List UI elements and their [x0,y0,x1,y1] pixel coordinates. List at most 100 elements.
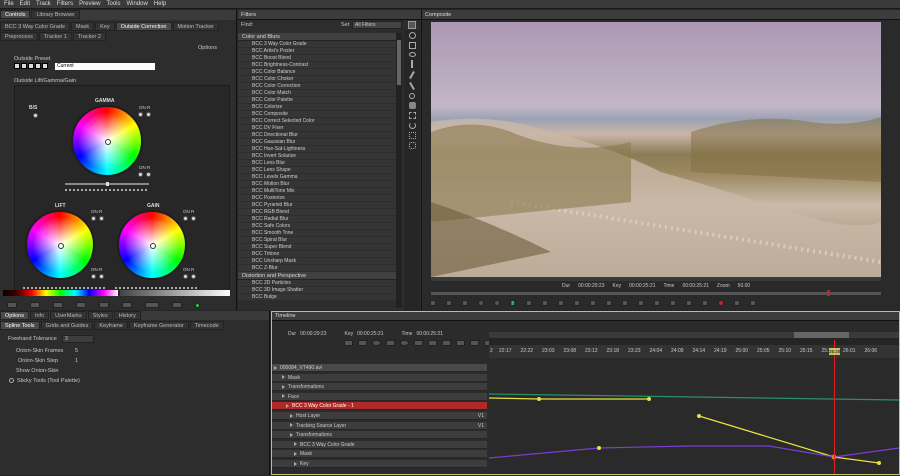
filter-item[interactable]: BCC Color Palette [238,97,396,104]
lift-color-wheel[interactable] [25,210,95,280]
filter-item[interactable]: BCC Color Choker [238,76,396,83]
expand-triangle-icon[interactable] [294,442,297,447]
first-frame-icon[interactable] [558,300,564,306]
filter-item[interactable]: BCC Invert Solarize [238,153,396,160]
tab-controls[interactable]: Controls [0,10,31,19]
menu-item-edit[interactable]: Edit [20,1,30,7]
filter-item[interactable]: BCC Composite [238,111,396,118]
filter-item[interactable]: BCC Gaussian Blur [238,139,396,146]
warp-icon[interactable] [408,142,416,149]
filter-category-distortion[interactable]: Distortion and Perspective [238,272,396,280]
bs-radio[interactable] [33,113,38,118]
filter-item[interactable]: BCC DV Fixer [238,125,396,132]
stop-icon[interactable] [622,300,628,306]
pen-icon[interactable] [411,60,413,68]
gamma-slider-knob[interactable] [106,182,109,186]
tl-tool-3-icon[interactable] [372,340,381,346]
mark-out-icon[interactable] [462,300,468,306]
tab-history[interactable]: History [113,311,141,320]
next-key-icon[interactable] [670,300,676,306]
filter-item[interactable]: BCC Super Blend [238,244,396,251]
track-row[interactable]: BCC 3 Way Color Grade [272,440,487,449]
gain-radio-r[interactable] [191,216,196,221]
zoom-in-icon[interactable] [478,300,484,306]
filter-set-select[interactable]: All Filters [352,21,402,29]
tab-tracker-1[interactable]: Tracker 1 [38,32,72,41]
tab-outside-correction[interactable]: Outside Correction [115,22,172,31]
track-row[interactable]: BCC 3 Way Color Grade - 1 [272,402,487,411]
tool-1-icon[interactable] [7,302,17,308]
loop-icon[interactable] [430,300,436,306]
expand-triangle-icon[interactable] [290,423,293,428]
filter-item[interactable]: BCC Spiral Blur [238,237,396,244]
zoom-icon[interactable] [409,93,415,99]
lift-dots-slider[interactable] [23,287,107,289]
filter-item[interactable]: BCC Color Balance [238,69,396,76]
expand-triangle-icon[interactable] [294,452,297,457]
tab-mask[interactable]: Mask [71,22,95,31]
sticky-checkbox[interactable] [9,378,14,383]
expand-triangle-icon[interactable] [290,413,293,418]
lift-radio-on2[interactable] [91,274,96,279]
show-onion-label[interactable]: Show Onion-Skin [16,368,59,374]
filter-item[interactable]: BCC 2D Particles [238,280,396,287]
tab-library-browser[interactable]: Library Browser [31,10,80,19]
hue-gradient-bar[interactable] [3,290,118,296]
gain-radio-on2[interactable] [183,274,188,279]
filter-item[interactable]: BCC Lens Shape [238,167,396,174]
playhead-line[interactable] [834,340,835,474]
scale-icon[interactable] [408,132,416,139]
filter-scrollbar-thumb[interactable] [397,40,401,85]
tl-tool-8-icon[interactable] [442,340,451,346]
onion-frames-value[interactable]: 5 [75,348,78,354]
filter-item[interactable]: BCC Levels Gamma [238,174,396,181]
subtab-keyframe-generator[interactable]: Keyframe Generator [128,321,189,330]
tl-tool-1-icon[interactable] [344,340,353,346]
ram-preview-icon[interactable] [702,300,708,306]
menu-item-preview[interactable]: Preview [79,1,100,7]
tab-info[interactable]: Info [29,311,50,320]
lift-radio-r2[interactable] [99,274,104,279]
transform-icon[interactable] [408,112,416,119]
play-back-icon[interactable] [606,300,612,306]
filter-item[interactable]: BCC 3D Image Shatter [238,287,396,294]
filter-item[interactable]: BCC Directional Blur [238,132,396,139]
tl-tool-2-icon[interactable] [358,340,367,346]
expand-triangle-icon[interactable] [282,394,285,399]
filter-item[interactable]: BCC Color Correction [238,83,396,90]
track-row[interactable]: Transformations [272,431,487,440]
tool-3-icon[interactable] [53,302,63,308]
tool-5-icon[interactable] [99,302,109,308]
filter-item[interactable]: BCC Z-Blur [238,265,396,272]
track-row[interactable]: Mask [272,373,487,382]
track-row[interactable]: Face [272,392,487,401]
preset-buttons[interactable] [14,63,48,69]
settings-icon[interactable] [734,300,740,306]
rotate-icon[interactable] [408,122,416,129]
tool-4-icon[interactable] [76,302,86,308]
mark-in-icon[interactable] [446,300,452,306]
filter-item[interactable]: BCC Smooth Tone [238,230,396,237]
pencil-icon[interactable] [409,82,415,90]
tl-tool-7-icon[interactable] [428,340,437,346]
brush-icon[interactable] [409,71,415,79]
view-icon[interactable] [750,300,756,306]
expand-triangle-icon[interactable] [282,375,285,380]
gain-radio-on[interactable] [183,216,188,221]
luma-gradient-bar[interactable] [120,290,230,296]
track-row[interactable]: 000084_VT490.avi [272,364,487,372]
scrub-bar[interactable] [431,292,881,295]
filter-category-color-blurs[interactable]: Color and Blurs [238,33,396,41]
tab-usermarks[interactable]: UserMarks [50,311,87,320]
subtab-keyframe[interactable]: Keyframe [94,321,128,330]
tl-tool-4-icon[interactable] [386,340,395,346]
tab-bcc-3-way-color-grade[interactable]: BCC 3 Way Color Grade [0,22,71,31]
ellipse-icon[interactable] [408,52,416,57]
record-icon[interactable] [718,300,724,306]
filter-item[interactable]: BCC Motion Blur [238,181,396,188]
filter-item[interactable]: BCC Posterize [238,195,396,202]
tab-motion-tracker[interactable]: Motion Tracker [172,22,219,31]
menu-item-window[interactable]: Window [127,1,148,7]
tl-tool-5-icon[interactable] [400,340,409,346]
filter-item[interactable]: BCC Unsharp Mask [238,258,396,265]
